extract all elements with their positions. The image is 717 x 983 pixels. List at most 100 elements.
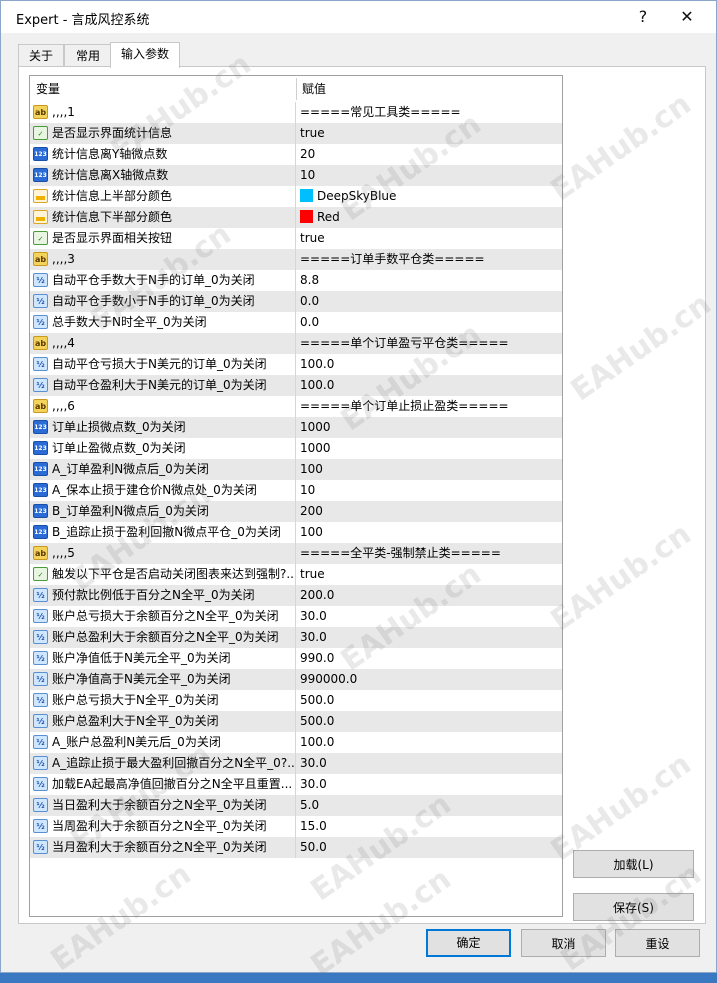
value-cell[interactable]: 30.0 xyxy=(296,627,562,648)
table-row[interactable]: ✓ 是否显示界面统计信息 true xyxy=(30,123,562,144)
value-cell[interactable]: 200 xyxy=(296,501,562,522)
variable-value: 1000 xyxy=(300,441,331,455)
value-cell[interactable]: 30.0 xyxy=(296,606,562,627)
value-cell[interactable]: =====常见工具类===== xyxy=(296,102,562,123)
table-row[interactable]: ½ A_追踪止损于最大盈利回撤百分之N全平_0?.. 30.0 xyxy=(30,753,562,774)
table-row[interactable]: ½ 账户总盈利大于余额百分之N全平_0为关闭 30.0 xyxy=(30,627,562,648)
variable-value: Red xyxy=(317,210,340,224)
table-row[interactable]: ab ,,,,1 =====常见工具类===== xyxy=(30,102,562,123)
table-row[interactable]: ✓ 是否显示界面相关按钮 true xyxy=(30,228,562,249)
table-row[interactable]: 123 B_追踪止损于盈利回撤N微点平仓_0为关闭 100 xyxy=(30,522,562,543)
table-row[interactable]: ½ 账户净值低于N美元全平_0为关闭 990.0 xyxy=(30,648,562,669)
close-button[interactable]: ✕ xyxy=(667,5,707,29)
variable-cell: ½ 当周盈利大于余额百分之N全平_0为关闭 xyxy=(30,816,296,837)
table-row[interactable]: ab ,,,,4 =====单个订单盈亏平仓类===== xyxy=(30,333,562,354)
value-cell[interactable]: true xyxy=(296,123,562,144)
variable-value: 15.0 xyxy=(300,819,327,833)
table-row[interactable]: ab ,,,,5 =====全平类-强制禁止类===== xyxy=(30,543,562,564)
value-cell[interactable]: 1000 xyxy=(296,438,562,459)
table-row[interactable]: 123 A_保本止损于建仓价N微点处_0为关闭 10 xyxy=(30,480,562,501)
table-row[interactable]: 123 订单止损微点数_0为关闭 1000 xyxy=(30,417,562,438)
value-cell[interactable]: 500.0 xyxy=(296,690,562,711)
value-cell[interactable]: 30.0 xyxy=(296,774,562,795)
save-button[interactable]: 保存(S) xyxy=(573,893,694,921)
variable-cell: ½ 自动平仓手数大于N手的订单_0为关闭 xyxy=(30,270,296,291)
table-row[interactable]: ½ 当日盈利大于余额百分之N全平_0为关闭 5.0 xyxy=(30,795,562,816)
expert-dialog: Expert - 言成风控系统 ? ✕ 关于 常用 输入参数 变量 赋值 ab,… xyxy=(0,0,717,973)
table-row[interactable]: ½ 总手数大于N时全平_0为关闭 0.0 xyxy=(30,312,562,333)
table-row[interactable]: ½ 当周盈利大于余额百分之N全平_0为关闭 15.0 xyxy=(30,816,562,837)
value-cell[interactable]: 1000 xyxy=(296,417,562,438)
table-row[interactable]: ½ 自动平仓手数小于N手的订单_0为关闭 0.0 xyxy=(30,291,562,312)
table-row[interactable]: 123 B_订单盈利N微点后_0为关闭 200 xyxy=(30,501,562,522)
value-cell[interactable]: 30.0 xyxy=(296,753,562,774)
value-cell[interactable]: 100.0 xyxy=(296,732,562,753)
value-cell[interactable]: 990000.0 xyxy=(296,669,562,690)
table-row[interactable]: 统计信息下半部分颜色 Red xyxy=(30,207,562,228)
variable-cell: 123 A_订单盈利N微点后_0为关闭 xyxy=(30,459,296,480)
table-row[interactable]: ½ 加载EA起最高净值回撤百分之N全平且重置... 30.0 xyxy=(30,774,562,795)
ok-button[interactable]: 确定 xyxy=(426,929,511,957)
table-row[interactable]: ab ,,,,6 =====单个订单止损止盈类===== xyxy=(30,396,562,417)
value-cell[interactable]: 15.0 xyxy=(296,816,562,837)
table-row[interactable]: ½ 账户总亏损大于N全平_0为关闭 500.0 xyxy=(30,690,562,711)
table-row[interactable]: 123 A_订单盈利N微点后_0为关闭 100 xyxy=(30,459,562,480)
table-row[interactable]: 123 订单止盈微点数_0为关闭 1000 xyxy=(30,438,562,459)
table-row[interactable]: ½ 账户总亏损大于余额百分之N全平_0为关闭 30.0 xyxy=(30,606,562,627)
double-type-icon: ½ xyxy=(33,735,48,749)
tab-inputs[interactable]: 输入参数 xyxy=(110,42,180,68)
value-cell[interactable]: 10 xyxy=(296,480,562,501)
value-cell[interactable]: 10 xyxy=(296,165,562,186)
value-cell[interactable]: 20 xyxy=(296,144,562,165)
table-row[interactable]: 123 统计信息离X轴微点数 10 xyxy=(30,165,562,186)
value-cell[interactable]: true xyxy=(296,228,562,249)
value-cell[interactable]: 5.0 xyxy=(296,795,562,816)
value-cell[interactable]: 0.0 xyxy=(296,312,562,333)
table-row[interactable]: ½ 自动平仓盈利大于N美元的订单_0为关闭 100.0 xyxy=(30,375,562,396)
variable-cell: ✓ 是否显示界面相关按钮 xyxy=(30,228,296,249)
variable-name: 账户总盈利大于余额百分之N全平_0为关闭 xyxy=(52,630,279,644)
value-cell[interactable]: 100 xyxy=(296,459,562,480)
value-cell[interactable]: =====订单手数平仓类===== xyxy=(296,249,562,270)
value-cell[interactable]: 100.0 xyxy=(296,375,562,396)
value-cell[interactable]: 0.0 xyxy=(296,291,562,312)
help-button[interactable]: ? xyxy=(623,5,663,29)
cancel-button[interactable]: 取消 xyxy=(521,929,606,957)
variable-name: 总手数大于N时全平_0为关闭 xyxy=(52,315,207,329)
table-row[interactable]: ½ 账户总盈利大于N全平_0为关闭 500.0 xyxy=(30,711,562,732)
table-row[interactable]: ½ 自动平仓手数大于N手的订单_0为关闭 8.8 xyxy=(30,270,562,291)
table-row[interactable]: ½ 账户净值高于N美元全平_0为关闭 990000.0 xyxy=(30,669,562,690)
table-row[interactable]: 统计信息上半部分颜色 DeepSkyBlue xyxy=(30,186,562,207)
header-value[interactable]: 赋值 xyxy=(296,76,326,102)
header-variable[interactable]: 变量 xyxy=(30,76,60,102)
reset-button[interactable]: 重设 xyxy=(615,929,700,957)
value-cell[interactable]: DeepSkyBlue xyxy=(296,186,562,207)
value-cell[interactable]: =====单个订单盈亏平仓类===== xyxy=(296,333,562,354)
value-cell[interactable]: =====全平类-强制禁止类===== xyxy=(296,543,562,564)
table-row[interactable]: ab ,,,,3 =====订单手数平仓类===== xyxy=(30,249,562,270)
load-button[interactable]: 加载(L) xyxy=(573,850,694,878)
table-row[interactable]: ✓ 触发以下平仓是否启动关闭图表来达到强制?.. true xyxy=(30,564,562,585)
value-cell[interactable]: 200.0 xyxy=(296,585,562,606)
double-type-icon: ½ xyxy=(33,294,48,308)
table-row[interactable]: ½ 当月盈利大于余额百分之N全平_0为关闭 50.0 xyxy=(30,837,562,858)
value-cell[interactable]: Red xyxy=(296,207,562,228)
value-cell[interactable]: 500.0 xyxy=(296,711,562,732)
value-cell[interactable]: 100.0 xyxy=(296,354,562,375)
tab-common[interactable]: 常用 xyxy=(64,44,112,67)
table-row[interactable]: 123 统计信息离Y轴微点数 20 xyxy=(30,144,562,165)
value-cell[interactable]: 50.0 xyxy=(296,837,562,858)
double-type-icon: ½ xyxy=(33,777,48,791)
double-type-icon: ½ xyxy=(33,609,48,623)
table-row[interactable]: ½ 预付款比例低于百分之N全平_0为关闭 200.0 xyxy=(30,585,562,606)
table-row[interactable]: ½ 自动平仓亏损大于N美元的订单_0为关闭 100.0 xyxy=(30,354,562,375)
window-title: Expert - 言成风控系统 xyxy=(16,13,150,28)
variable-cell: 统计信息下半部分颜色 xyxy=(30,207,296,228)
table-row[interactable]: ½ A_账户总盈利N美元后_0为关闭 100.0 xyxy=(30,732,562,753)
value-cell[interactable]: 8.8 xyxy=(296,270,562,291)
value-cell[interactable]: 100 xyxy=(296,522,562,543)
tab-about[interactable]: 关于 xyxy=(18,44,64,67)
value-cell[interactable]: 990.0 xyxy=(296,648,562,669)
value-cell[interactable]: true xyxy=(296,564,562,585)
value-cell[interactable]: =====单个订单止损止盈类===== xyxy=(296,396,562,417)
